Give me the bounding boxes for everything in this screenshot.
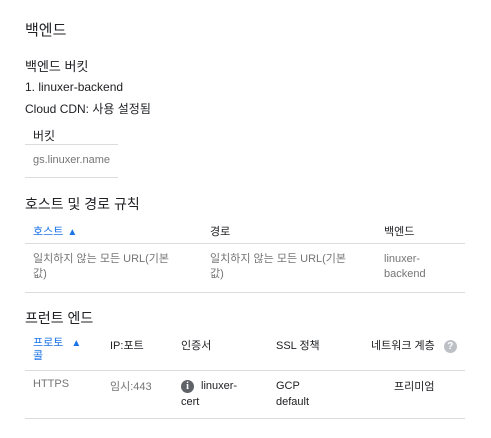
page-title: 백엔드 xyxy=(25,22,67,39)
backend-value-line: backend xyxy=(384,268,426,280)
backend-value-line: linuxer- xyxy=(384,253,421,265)
host-rules-heading: 호스트 및 경로 규칙 xyxy=(25,196,140,212)
frontend-row-network-tier: 프리미엄 xyxy=(394,381,435,393)
ssl-policy-line: default xyxy=(276,396,310,408)
host-rules-header-divider xyxy=(25,243,465,244)
bucket-table-value: gs.linuxer.name xyxy=(33,154,111,166)
bucket-table-divider xyxy=(25,144,118,145)
host-column-label: 호스트 xyxy=(33,226,64,238)
frontend-row-ip-port: 임시:443 xyxy=(110,381,152,393)
host-value-line: 일치하지 않는 모든 URL(기본 xyxy=(33,253,170,265)
frontend-row-divider xyxy=(25,418,465,419)
frontend-row-ssl-policy: GCP default xyxy=(276,378,309,410)
ip-port-column-header: IP:포트 xyxy=(110,340,144,352)
certificate-name-cont: cert xyxy=(181,396,200,408)
host-rules-row-path: 일치하지 않는 모든 URL(기본 값) xyxy=(210,252,346,282)
ssl-policy-line: GCP xyxy=(276,380,300,392)
frontend-row-certificate: i linuxer- cert xyxy=(181,378,237,410)
host-rules-row-host: 일치하지 않는 모든 URL(기본 값) xyxy=(33,252,169,282)
bucket-item-name: 1. linuxer-backend xyxy=(25,80,124,94)
frontend-row-protocol: HTTPS xyxy=(33,378,70,390)
bucket-section-heading: 백엔드 버킷 xyxy=(25,59,89,74)
help-icon[interactable]: ? xyxy=(443,340,457,353)
backend-column-header: 백엔드 xyxy=(384,226,415,238)
path-value-line: 값) xyxy=(210,268,224,280)
host-column-header[interactable]: 호스트 ▲ xyxy=(33,223,77,239)
frontend-header-divider xyxy=(25,370,465,371)
certificate-column-header: 인증서 xyxy=(181,340,212,352)
host-rules-row-backend: linuxer- backend xyxy=(384,252,426,282)
host-value-line: 값) xyxy=(33,268,47,280)
protocol-column-label: 프로토 xyxy=(33,337,64,349)
path-value-line: 일치하지 않는 모든 URL(기본 xyxy=(210,253,347,265)
frontend-heading: 프런트 엔드 xyxy=(25,310,94,326)
ssl-policy-column-header: SSL 정책 xyxy=(276,340,320,352)
host-rules-row-divider xyxy=(25,292,465,293)
info-icon[interactable]: i xyxy=(181,380,194,393)
protocol-column-header[interactable]: 프로토 ▲ 콜 xyxy=(33,337,81,363)
arrow-up-icon: ▲ xyxy=(67,227,78,238)
bucket-table-bottom-divider xyxy=(25,177,118,178)
arrow-up-icon: ▲ xyxy=(71,338,82,349)
protocol-column-label-cont: 콜 xyxy=(33,350,44,362)
network-tier-label: 네트워크 계층 xyxy=(371,340,435,352)
path-column-header: 경로 xyxy=(210,226,231,238)
bucket-table-header: 버킷 xyxy=(33,129,56,143)
cdn-status: Cloud CDN: 사용 설정됨 xyxy=(25,102,151,116)
certificate-name[interactable]: linuxer- xyxy=(201,380,237,392)
network-tier-column-header: 네트워크 계층 ? xyxy=(371,337,457,353)
